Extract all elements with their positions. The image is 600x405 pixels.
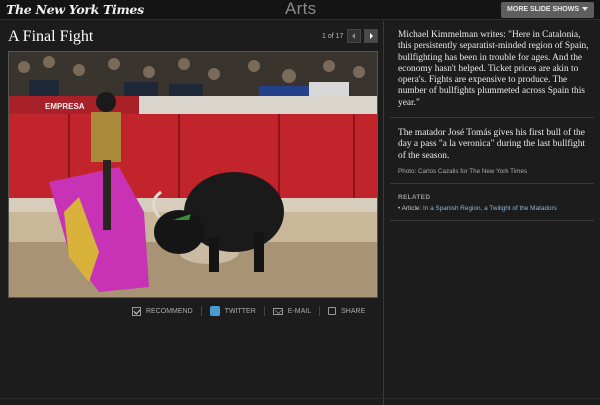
section-title: Arts xyxy=(285,0,317,18)
nyt-logo[interactable]: The New York Times xyxy=(6,2,144,17)
share-button[interactable]: SHARE xyxy=(328,307,365,315)
more-slide-shows-button[interactable]: MORE SLIDE SHOWS xyxy=(501,2,594,18)
email-icon xyxy=(272,307,283,315)
empresa-sign: EMPRESA xyxy=(45,102,85,111)
chevron-down-icon xyxy=(582,7,588,12)
photo-caption: The matador José Tomás gives his first b… xyxy=(398,128,586,161)
share-divider xyxy=(200,306,202,316)
sidebar-divider xyxy=(390,182,594,184)
slide-sidebar: Michael Kimmelman writes: "Here in Catal… xyxy=(390,30,594,231)
article-quote: Michael Kimmelman writes: "Here in Catal… xyxy=(398,30,589,108)
email-label: E-MAIL xyxy=(287,307,312,315)
related-article: • Article: In a Spanish Region, a Twilig… xyxy=(398,205,594,212)
bullfight-photo: EMPRESA xyxy=(9,52,377,297)
slide-counter: 1 of 17 xyxy=(322,33,344,40)
related-heading: RELATED xyxy=(398,193,431,201)
chevron-right-icon xyxy=(370,33,373,39)
twitter-label: TWITTER xyxy=(224,307,256,315)
related-prefix: • Article: xyxy=(398,204,422,212)
share-divider xyxy=(319,306,321,316)
previous-slide-button[interactable] xyxy=(347,29,361,43)
checkbox-icon xyxy=(132,306,141,316)
recommend-label: RECOMMEND xyxy=(146,307,193,315)
share-label: SHARE xyxy=(341,307,366,315)
column-divider xyxy=(383,21,384,405)
share-icon xyxy=(328,307,337,315)
share-divider xyxy=(263,306,265,316)
top-bar: The New York Times Arts MORE SLIDE SHOWS xyxy=(0,0,600,20)
related-article-link[interactable]: In a Spanish Region, a Twilight of the M… xyxy=(423,205,557,212)
recommend-button[interactable]: RECOMMEND xyxy=(132,306,193,316)
photo-credit: Photo: Carlos Cazalis for The New York T… xyxy=(398,167,528,175)
more-slide-shows-label: MORE SLIDE SHOWS xyxy=(507,6,579,13)
chevron-left-icon xyxy=(352,33,355,39)
bottom-divider xyxy=(0,398,600,399)
twitter-icon xyxy=(209,306,220,316)
slide-photo: EMPRESA xyxy=(8,51,378,298)
next-slide-button[interactable] xyxy=(364,29,378,43)
slide-title: A Final Fight xyxy=(8,28,94,45)
sidebar-divider xyxy=(390,219,594,221)
email-button[interactable]: E-MAIL xyxy=(272,307,312,315)
share-toolbar: RECOMMEND TWITTER E-MAIL SHARE xyxy=(132,305,365,317)
sidebar-divider xyxy=(390,117,594,119)
twitter-button[interactable]: TWITTER xyxy=(209,306,256,316)
